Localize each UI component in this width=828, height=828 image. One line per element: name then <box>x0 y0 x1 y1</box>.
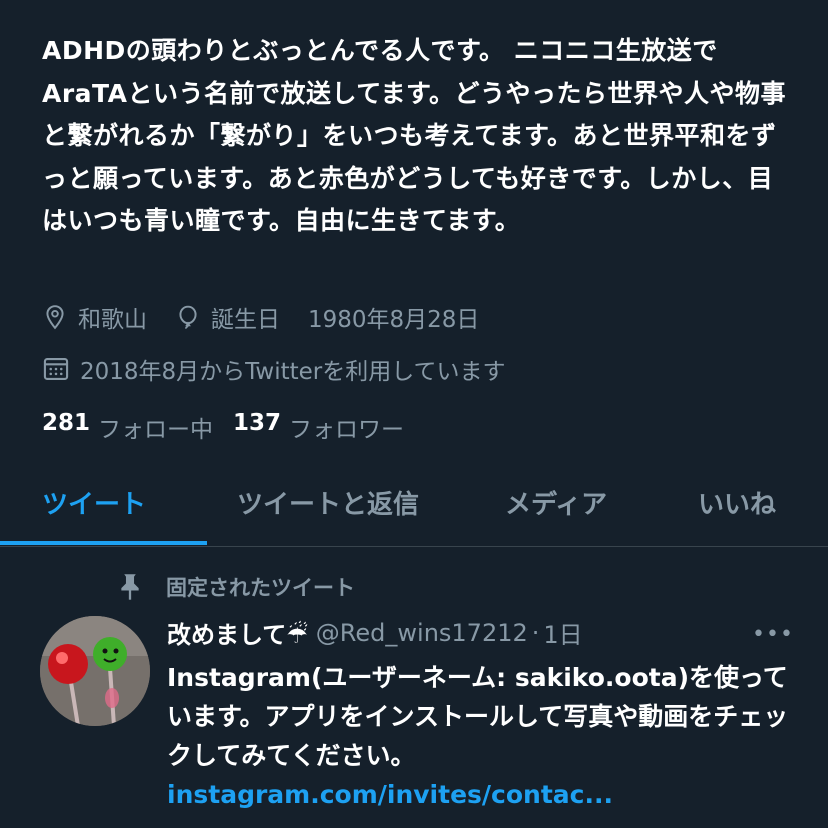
tweet-display-name[interactable]: 改めまして☔ <box>167 615 308 650</box>
tweet-link[interactable]: instagram.com/invites/contac... <box>167 780 613 809</box>
active-tab-indicator <box>0 541 207 545</box>
profile-birthday-label: 誕生日 <box>211 307 280 333</box>
profile-location-text: 和歌山 <box>78 307 147 333</box>
profile-joined-text: 2018年8月からTwitterを利用しています <box>80 359 506 385</box>
profile-joined: 2018年8月からTwitterを利用しています <box>42 352 506 386</box>
following-count[interactable]: 281 <box>42 410 90 444</box>
followers-label[interactable]: フォロワー <box>289 410 404 444</box>
tab-tweets[interactable]: ツイート <box>42 484 146 521</box>
following-label[interactable]: フォロー中 <box>98 410 213 444</box>
tab-media[interactable]: メディア <box>505 484 607 521</box>
profile-birthday: 誕生日 1980年8月28日 <box>175 300 479 334</box>
tab-tweets-and-replies[interactable]: ツイートと返信 <box>237 484 419 521</box>
followers-count[interactable]: 137 <box>233 410 281 444</box>
balloon-icon <box>179 305 197 329</box>
tweet-text: Instagram(ユーザーネーム: sakiko.oota)を使っています。ア… <box>167 663 789 770</box>
tweet-header: 改めまして☔ @Red_wins17212 · 1日 <box>167 615 787 650</box>
tweet-time[interactable]: 1日 <box>543 615 582 650</box>
tweet-handle[interactable]: @Red_wins17212 <box>316 619 528 647</box>
profile-tabs: ツイート ツイートと返信 メディア いいね <box>0 470 828 547</box>
follow-stats: 281 フォロー中 137 フォロワー <box>42 410 424 444</box>
avatar-image <box>40 616 150 726</box>
pin-icon <box>121 574 139 600</box>
avatar[interactable] <box>40 616 150 726</box>
tab-likes[interactable]: いいね <box>698 484 776 521</box>
tweet-body: Instagram(ユーザーネーム: sakiko.oota)を使っています。ア… <box>167 658 807 814</box>
profile-bio: ADHDの頭わりとぶっとんでる人です。 ニコニコ生放送でAraTAという名前で放… <box>42 36 787 235</box>
profile-meta-row: 和歌山 誕生日 1980年8月28日 <box>42 300 507 334</box>
pinned-tweet-label: 固定されたツイート <box>116 572 355 602</box>
profile-location: 和歌山 <box>42 300 147 334</box>
more-icon[interactable]: ••• <box>752 622 794 647</box>
profile-birthday-date: 1980年8月28日 <box>308 307 480 333</box>
pinned-tweet-text: 固定されたツイート <box>166 576 355 600</box>
tweet-separator: · <box>531 618 540 647</box>
calendar-icon <box>43 358 69 380</box>
location-pin-icon <box>46 305 64 330</box>
